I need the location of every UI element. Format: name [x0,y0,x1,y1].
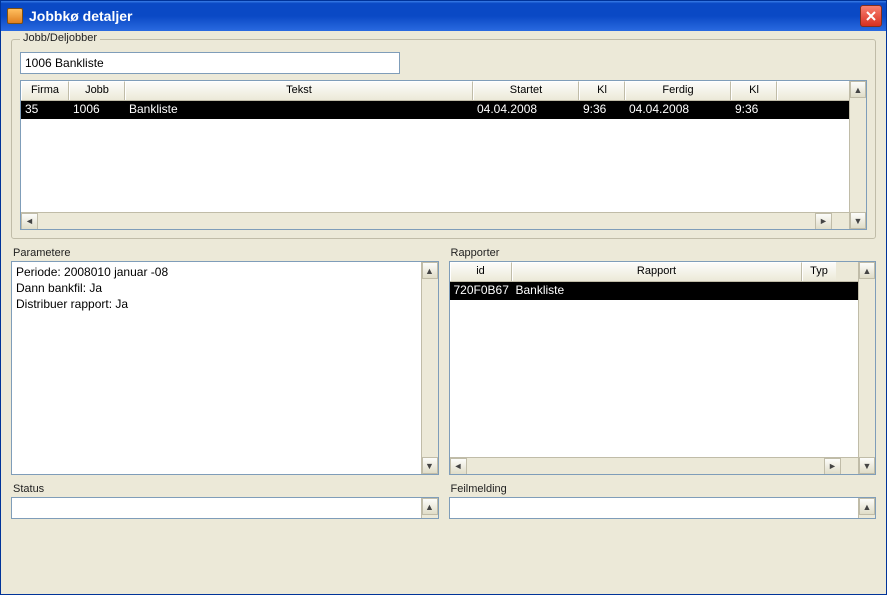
content-area: Jobb/Deljobber Firma Jobb Tekst Startet … [1,31,886,594]
rcol-id[interactable]: id [450,262,512,281]
col-tekst[interactable]: Tekst [125,81,473,100]
scroll-track[interactable] [859,279,875,457]
status-text[interactable] [12,498,421,518]
jobb-grid-body[interactable]: 35 1006 Bankliste 04.04.2008 9:36 04.04.… [21,101,849,212]
parametere-label: Parametere [11,247,439,259]
rapporter-hscroll[interactable]: ◄ ► [450,457,859,474]
close-button[interactable] [860,5,882,27]
jobb-grid: Firma Jobb Tekst Startet Kl Ferdig Kl 35… [20,80,867,230]
cell-ferdig: 04.04.2008 [625,101,731,119]
rcell-type [802,282,836,300]
parametere-vscroll[interactable]: ▲ ▼ [421,262,438,474]
rcell-rapport: Bankliste [512,282,802,300]
jobb-input[interactable] [20,52,400,74]
rapporter-header: id Rapport Typ [450,262,859,282]
status-box: ▲ [11,497,439,519]
jobb-hscroll[interactable]: ◄ ► [21,212,849,229]
scroll-corner [832,213,849,230]
feilmelding-text[interactable] [450,498,859,518]
scroll-left-button[interactable]: ◄ [450,458,467,475]
table-row[interactable]: 35 1006 Bankliste 04.04.2008 9:36 04.04.… [21,101,849,119]
cell-firma: 35 [21,101,69,119]
parametere-box: Periode: 2008010 januar -08 Dann bankfil… [11,261,439,475]
status-vscroll[interactable]: ▲ [421,498,438,518]
cell-startet: 04.04.2008 [473,101,579,119]
scroll-right-button[interactable]: ► [824,458,841,475]
scroll-down-button[interactable]: ▼ [422,457,438,474]
jobb-vscroll[interactable]: ▲ ▼ [849,81,866,229]
rapporter-label: Rapporter [449,247,877,259]
jobb-groupbox: Jobb/Deljobber Firma Jobb Tekst Startet … [11,39,876,239]
status-label: Status [11,483,439,495]
jobb-grid-header: Firma Jobb Tekst Startet Kl Ferdig Kl [21,81,849,101]
scroll-right-button[interactable]: ► [815,213,832,230]
rcell-id: 720F0B67 [450,282,512,300]
table-row[interactable]: 720F0B67 Bankliste [450,282,859,300]
scroll-up-button[interactable]: ▲ [422,262,438,279]
scroll-track[interactable] [850,98,866,212]
feilmelding-box: ▲ [449,497,877,519]
rapporter-body[interactable]: 720F0B67 Bankliste [450,282,859,457]
col-kl1[interactable]: Kl [579,81,625,100]
cell-tekst: Bankliste [125,101,473,119]
scroll-down-button[interactable]: ▼ [850,212,866,229]
col-kl2[interactable]: Kl [731,81,777,100]
titlebar: Jobbkø detaljer [1,1,886,31]
scroll-corner [841,458,858,475]
window-title: Jobbkø detaljer [29,8,860,24]
col-extra [777,81,849,100]
col-jobb[interactable]: Jobb [69,81,125,100]
app-icon [7,8,23,24]
parametere-text[interactable]: Periode: 2008010 januar -08 Dann bankfil… [12,262,421,474]
scroll-up-button[interactable]: ▲ [859,498,875,515]
feilmelding-label: Feilmelding [449,483,877,495]
cell-kl1: 9:36 [579,101,625,119]
rcol-rapport[interactable]: Rapport [512,262,802,281]
feilmelding-vscroll[interactable]: ▲ [858,498,875,518]
rcol-type[interactable]: Typ [802,262,836,281]
scroll-up-button[interactable]: ▲ [859,262,875,279]
col-startet[interactable]: Startet [473,81,579,100]
jobb-legend: Jobb/Deljobber [20,32,100,44]
scroll-left-button[interactable]: ◄ [21,213,38,230]
scroll-track[interactable] [422,279,438,457]
cell-jobb: 1006 [69,101,125,119]
rapporter-grid: id Rapport Typ 720F0B67 Bankliste ◄ [449,261,877,475]
col-ferdig[interactable]: Ferdig [625,81,731,100]
scroll-down-button[interactable]: ▼ [859,457,875,474]
close-icon [866,11,876,21]
rapporter-vscroll[interactable]: ▲ ▼ [858,262,875,474]
cell-extra [777,101,849,119]
scroll-up-button[interactable]: ▲ [850,81,866,98]
col-firma[interactable]: Firma [21,81,69,100]
scroll-up-button[interactable]: ▲ [422,498,438,515]
cell-kl2: 9:36 [731,101,777,119]
